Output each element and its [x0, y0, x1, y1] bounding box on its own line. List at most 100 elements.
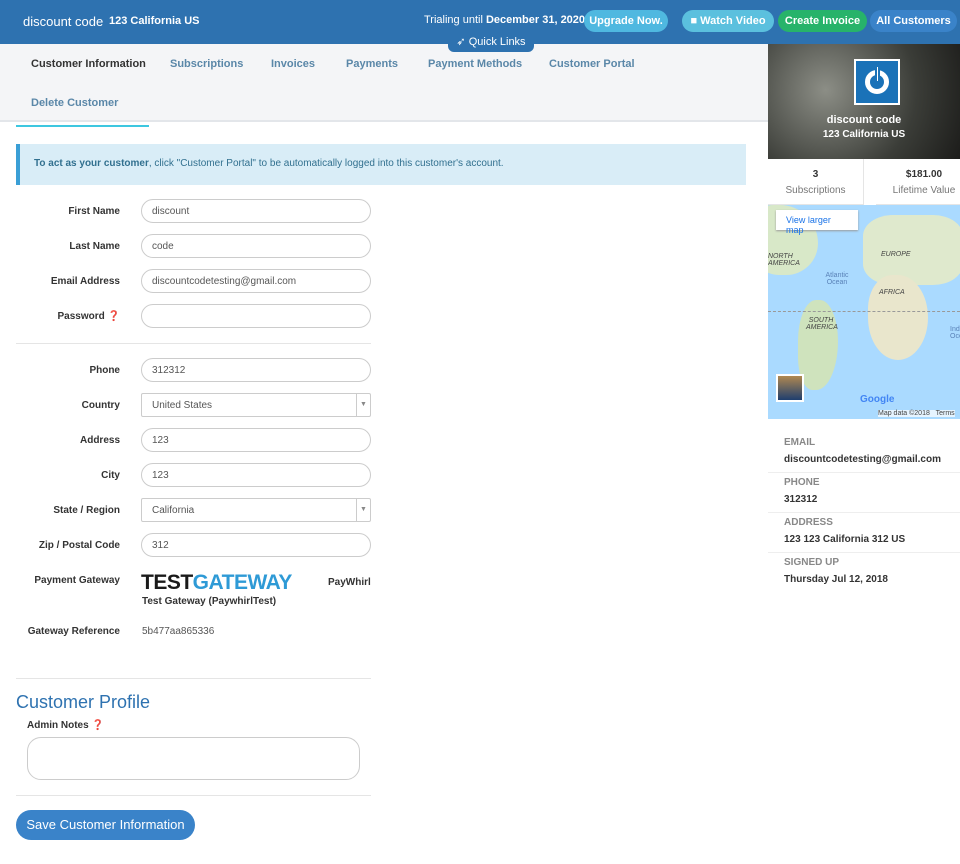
- satellite-toggle[interactable]: [776, 374, 804, 402]
- customer-tabs: Customer Information Subscriptions Invoi…: [0, 44, 768, 127]
- sidebar-customer-name: discount code: [826, 114, 902, 126]
- create-invoice-button[interactable]: Create Invoice: [778, 10, 867, 32]
- zip-label: Zip / Postal Code: [38, 540, 120, 551]
- trial-date: December 31, 2020: [485, 14, 586, 26]
- test-gateway-logo: TESTGATEWAY: [141, 571, 292, 595]
- alert-text: , click "Customer Portal" to be automati…: [148, 158, 504, 169]
- logo-test: TEST: [141, 571, 193, 594]
- country-select[interactable]: United States ▼: [141, 393, 371, 417]
- email-input[interactable]: discountcodetesting@gmail.com: [141, 269, 371, 293]
- email-value: discountcodetesting@gmail.com: [784, 454, 941, 465]
- divider: [16, 678, 371, 679]
- customer-sidebar: discount code 123 California US 3 Subscri…: [768, 44, 960, 586]
- first-name-input[interactable]: discount: [141, 199, 371, 223]
- lifetime-value-stat: $181.00 Lifetime Value: [876, 159, 960, 205]
- save-customer-button[interactable]: Save Customer Information: [16, 810, 195, 840]
- map-attribution: Map data ©2018 Terms: [878, 410, 955, 417]
- lifetime-label: Lifetime Value: [892, 185, 956, 196]
- last-name-input[interactable]: code: [141, 234, 371, 258]
- admin-notes-label: Admin Notes ❓: [27, 720, 104, 731]
- signed-up-value: Thursday Jul 12, 2018: [784, 574, 888, 585]
- divider: [768, 472, 960, 473]
- map-label: Indian Ocean: [950, 326, 960, 340]
- subscriptions-count: 3: [812, 169, 819, 180]
- map-data: Map data ©2018: [878, 410, 930, 417]
- city-label: City: [101, 470, 120, 481]
- email-label: EMAIL: [784, 437, 816, 448]
- country-value: United States: [152, 400, 213, 411]
- help-icon[interactable]: ❓: [91, 720, 103, 731]
- address-label: ADDRESS: [784, 517, 833, 528]
- subscriptions-stat[interactable]: 3 Subscriptions: [768, 159, 864, 205]
- map-label: Atlantic Ocean: [825, 272, 849, 286]
- customer-profile-heading: Customer Profile: [16, 692, 151, 712]
- country-label: Country: [81, 400, 120, 411]
- chevron-down-icon: ▼: [356, 499, 370, 521]
- rocket-icon: ➶: [456, 36, 466, 48]
- admin-notes-label-text: Admin Notes: [27, 720, 89, 731]
- email-label: Email Address: [50, 276, 120, 287]
- first-name-label: First Name: [68, 206, 120, 217]
- tab-payment-methods[interactable]: Payment Methods: [428, 58, 522, 70]
- divider: [768, 552, 960, 553]
- address-value: 123 123 California 312 US: [784, 534, 906, 545]
- customer-map[interactable]: View larger map NORTH AMERICA Atlantic O…: [768, 205, 960, 419]
- trial-status: Trialing until December 31, 2020: [424, 14, 585, 26]
- map-label: AFRICA: [879, 289, 905, 296]
- upgrade-button[interactable]: Upgrade Now.: [584, 10, 668, 32]
- map-label: SOUTH AMERICA: [806, 317, 838, 331]
- google-logo: Google: [860, 394, 895, 405]
- tab-subscriptions[interactable]: Subscriptions: [170, 58, 243, 70]
- tab-invoices[interactable]: Invoices: [271, 58, 315, 70]
- password-label-text: Password: [57, 311, 105, 322]
- divider: [16, 795, 371, 796]
- active-tab-indicator: [16, 125, 149, 127]
- state-select[interactable]: California ▼: [141, 498, 371, 522]
- state-value: California: [152, 505, 195, 516]
- header-customer-address: 123 California US: [109, 15, 200, 27]
- divider: [16, 343, 371, 344]
- city-input[interactable]: 123: [141, 463, 371, 487]
- phone-value: 312312: [784, 494, 818, 505]
- phone-input[interactable]: 312312: [141, 358, 371, 382]
- view-larger-map-link[interactable]: View larger map: [776, 210, 858, 235]
- state-label: State / Region: [53, 505, 120, 516]
- last-name-label: Last Name: [69, 241, 120, 252]
- trial-prefix: Trialing until: [424, 14, 483, 26]
- password-label: Password ❓: [0, 311, 120, 322]
- map-label: NORTH AMERICA: [768, 253, 800, 267]
- map-label: EUROPE: [881, 251, 911, 258]
- chevron-down-icon: ▼: [356, 394, 370, 416]
- power-logo-icon: [854, 59, 900, 105]
- customer-hero: discount code 123 California US: [768, 44, 960, 159]
- tab-payments[interactable]: Payments: [346, 58, 398, 70]
- admin-notes-textarea[interactable]: [27, 737, 360, 780]
- phone-label: Phone: [89, 365, 120, 376]
- password-input[interactable]: [141, 304, 371, 328]
- video-icon: ■: [690, 15, 698, 27]
- divider: [768, 512, 960, 513]
- alert-bold: To act as your customer: [34, 158, 149, 169]
- quick-links-button[interactable]: ➶ Quick Links: [448, 33, 534, 52]
- customer-portal-alert: To act as your customer, click "Customer…: [16, 144, 746, 185]
- map-terms[interactable]: Terms: [936, 410, 955, 417]
- payment-gateway-label: Payment Gateway: [34, 575, 120, 586]
- lifetime-value: $181.00: [905, 169, 943, 180]
- help-icon[interactable]: ❓: [108, 311, 120, 322]
- address-input[interactable]: 123: [141, 428, 371, 452]
- tab-delete-customer[interactable]: Delete Customer: [31, 97, 118, 109]
- watch-video-button[interactable]: ■ Watch Video: [682, 10, 774, 32]
- gateway-brand: PayWhirl: [328, 577, 371, 588]
- zip-input[interactable]: 312: [141, 533, 371, 557]
- signed-up-label: SIGNED UP: [784, 557, 840, 568]
- logo-gateway: GATEWAY: [192, 571, 293, 594]
- tab-customer-information[interactable]: Customer Information: [31, 58, 146, 70]
- gateway-reference-label: Gateway Reference: [27, 626, 120, 637]
- header-customer-name: discount code: [23, 14, 104, 29]
- phone-label: PHONE: [784, 477, 820, 488]
- quick-links-label: Quick Links: [468, 36, 526, 48]
- tab-customer-portal[interactable]: Customer Portal: [549, 58, 635, 70]
- gateway-name: Test Gateway (PaywhirlTest): [142, 596, 277, 607]
- subscriptions-label: Subscriptions: [785, 185, 846, 196]
- all-customers-button[interactable]: All Customers: [870, 10, 957, 32]
